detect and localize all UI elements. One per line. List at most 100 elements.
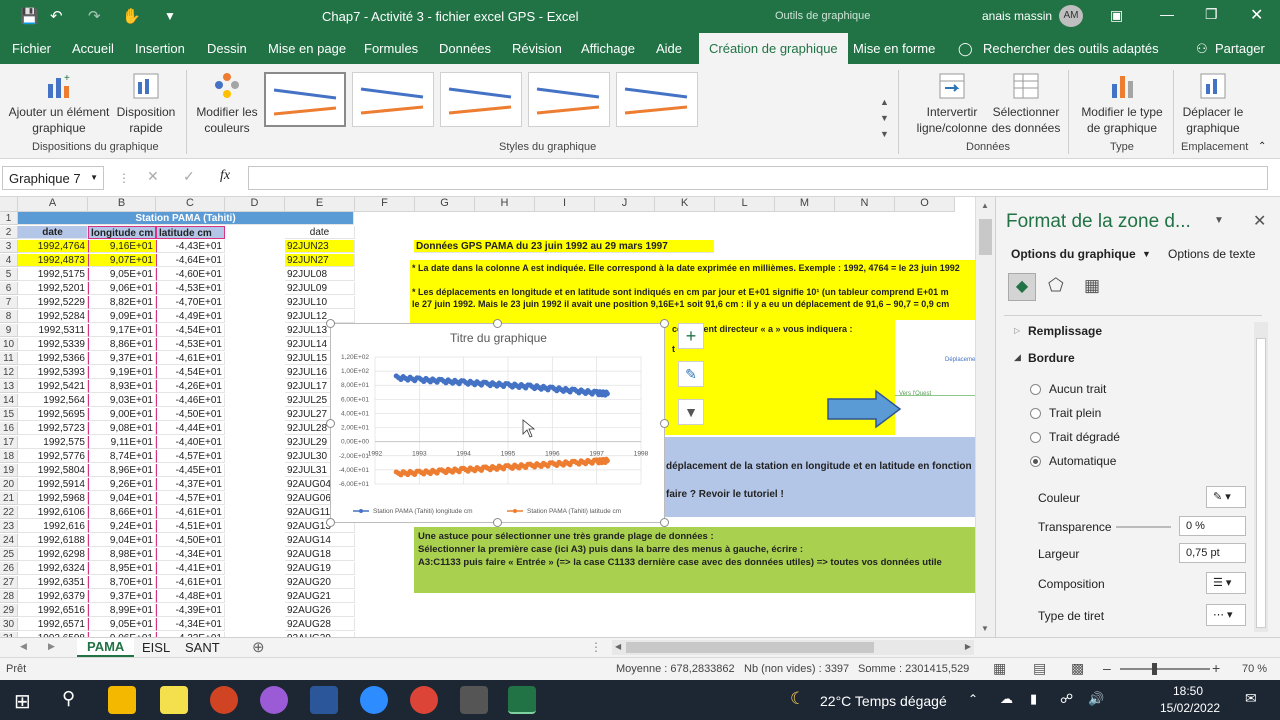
- clock-time[interactable]: 18:50: [1173, 684, 1203, 698]
- move-chart-button[interactable]: Déplacer le graphique: [1178, 72, 1248, 136]
- cell-longitude[interactable]: 9,19E+01: [88, 366, 156, 379]
- chart-style-5[interactable]: [616, 72, 698, 127]
- next-sheet-icon[interactable]: ▶: [48, 641, 55, 652]
- resize-handle[interactable]: [326, 319, 335, 328]
- radio-button[interactable]: [1030, 456, 1041, 468]
- row-header[interactable]: 21: [0, 492, 18, 505]
- powerpoint-icon[interactable]: [210, 686, 238, 714]
- cell-longitude[interactable]: 9,04E+01: [88, 534, 156, 547]
- border-collapse-icon[interactable]: ◢: [1014, 352, 1021, 363]
- resize-handle[interactable]: [326, 419, 335, 428]
- station-header[interactable]: Station PAMA (Tahiti): [18, 212, 354, 225]
- cell-date[interactable]: 1992,5968: [18, 492, 88, 505]
- cell-longitude[interactable]: 9,04E+01: [88, 492, 156, 505]
- cell-longitude[interactable]: 8,99E+01: [88, 604, 156, 617]
- ribbon-display-icon[interactable]: ▣: [1110, 7, 1123, 24]
- cell-latitude[interactable]: -4,43E+01: [156, 240, 225, 253]
- chart-style-3[interactable]: [440, 72, 522, 127]
- cell-longitude[interactable]: 9,06E+01: [88, 282, 156, 295]
- zoom-app-icon[interactable]: [360, 686, 388, 714]
- chart-style-6[interactable]: [704, 72, 786, 127]
- cell-latitude[interactable]: -4,44E+01: [156, 422, 225, 435]
- tab-text-options[interactable]: Options de texte: [1168, 247, 1255, 261]
- cell-latitude[interactable]: -4,49E+01: [156, 310, 225, 323]
- cell-date[interactable]: 1992,5284: [18, 310, 88, 323]
- cell-latitude[interactable]: -4,40E+01: [156, 436, 225, 449]
- row-header[interactable]: 9: [0, 324, 18, 337]
- cell-date[interactable]: 1992,5695: [18, 408, 88, 421]
- cell-latitude[interactable]: -4,50E+01: [156, 534, 225, 547]
- cell-date[interactable]: 1992,5914: [18, 478, 88, 491]
- cell-longitude[interactable]: 8,98E+01: [88, 548, 156, 561]
- zoom-out-icon[interactable]: –: [1103, 660, 1111, 676]
- column-header[interactable]: I: [535, 197, 595, 212]
- cell-date-code[interactable]: 92AUG20: [285, 576, 355, 589]
- app-window-icon[interactable]: [460, 686, 488, 714]
- hscroll-thumb[interactable]: [626, 642, 874, 653]
- row-header[interactable]: 7: [0, 296, 18, 309]
- composition-picker[interactable]: ☰ ▾: [1206, 572, 1246, 594]
- column-header[interactable]: J: [595, 197, 655, 212]
- sheet-tab-eisl[interactable]: EISL: [142, 640, 170, 655]
- cell-latitude[interactable]: -4,54E+01: [156, 366, 225, 379]
- cell-date[interactable]: 1992,5311: [18, 324, 88, 337]
- zoom-slider[interactable]: [1120, 663, 1210, 675]
- tab-mise-en-page[interactable]: Mise en page: [268, 41, 346, 56]
- cell-date-code[interactable]: 92AUG18: [285, 548, 355, 561]
- prev-sheet-icon[interactable]: ◀: [20, 641, 27, 652]
- radio-button[interactable]: [1030, 432, 1041, 444]
- cell-longitude[interactable]: 9,26E+01: [88, 478, 156, 491]
- search-icon[interactable]: ⚲: [62, 688, 75, 709]
- select-all-corner[interactable]: [0, 197, 18, 212]
- row-header[interactable]: 20: [0, 478, 18, 491]
- fill-expand-icon[interactable]: ▷: [1014, 326, 1020, 335]
- radio-automatic[interactable]: Automatique: [1030, 454, 1116, 468]
- minimize-icon[interactable]: —: [1160, 6, 1174, 22]
- row-header[interactable]: 17: [0, 436, 18, 449]
- border-section[interactable]: Bordure: [1028, 351, 1075, 365]
- excel-icon[interactable]: [508, 686, 536, 714]
- cell-latitude[interactable]: -4,51E+01: [156, 520, 225, 533]
- cell-date-code[interactable]: 92AUG19: [285, 562, 355, 575]
- row-header[interactable]: 3: [0, 240, 18, 253]
- cell-date[interactable]: 1992,6188: [18, 534, 88, 547]
- tab-formules[interactable]: Formules: [364, 41, 418, 56]
- cancel-icon[interactable]: ✕: [147, 168, 159, 185]
- resize-handle[interactable]: [660, 419, 669, 428]
- column-header[interactable]: M: [775, 197, 835, 212]
- cell-date-code[interactable]: 92AUG26: [285, 604, 355, 617]
- pane-options-dropdown-icon[interactable]: ▼: [1214, 215, 1224, 226]
- zoom-level[interactable]: 70 %: [1242, 663, 1267, 675]
- snip-icon[interactable]: [260, 686, 288, 714]
- row-header[interactable]: 1: [0, 212, 18, 225]
- column-header[interactable]: L: [715, 197, 775, 212]
- column-header[interactable]: N: [835, 197, 895, 212]
- cell-latitude[interactable]: -4,45E+01: [156, 464, 225, 477]
- cell-longitude[interactable]: 8,82E+01: [88, 296, 156, 309]
- cell-date-code[interactable]: 92JUN23: [285, 240, 355, 253]
- cell-latitude[interactable]: -4,34E+01: [156, 618, 225, 631]
- notes-block[interactable]: * La date dans la colonne A est indiquée…: [410, 260, 975, 320]
- row-header[interactable]: 18: [0, 450, 18, 463]
- status-count[interactable]: Nb (non vides) : 3397: [744, 663, 849, 675]
- cell-longitude[interactable]: 8,95E+01: [88, 562, 156, 575]
- undo-icon[interactable]: ↶: [50, 7, 63, 25]
- color-picker[interactable]: ✎ ▾: [1206, 486, 1246, 508]
- new-sheet-icon[interactable]: ⊕: [252, 638, 265, 656]
- network-icon[interactable]: ☍: [1060, 691, 1073, 707]
- cell-longitude[interactable]: 9,00E+01: [88, 408, 156, 421]
- column-header[interactable]: O: [895, 197, 955, 212]
- cell-latitude[interactable]: -4,48E+01: [156, 590, 225, 603]
- row-header[interactable]: 4: [0, 254, 18, 267]
- tab-dessin[interactable]: Dessin: [207, 41, 247, 56]
- col-header-date[interactable]: date: [18, 226, 88, 239]
- cell-date[interactable]: 1992,5175: [18, 268, 88, 281]
- radio-gradient-line[interactable]: Trait dégradé: [1030, 430, 1120, 444]
- size-properties-icon[interactable]: ▦: [1084, 276, 1100, 296]
- change-colors-button[interactable]: Modifier les couleurs: [192, 72, 262, 136]
- zoom-in-icon[interactable]: +: [1212, 660, 1220, 676]
- cell-date[interactable]: 1992,5421: [18, 380, 88, 393]
- chrome-icon[interactable]: [410, 686, 438, 714]
- scroll-left-icon[interactable]: ◀: [615, 642, 621, 651]
- row-header[interactable]: 5: [0, 268, 18, 281]
